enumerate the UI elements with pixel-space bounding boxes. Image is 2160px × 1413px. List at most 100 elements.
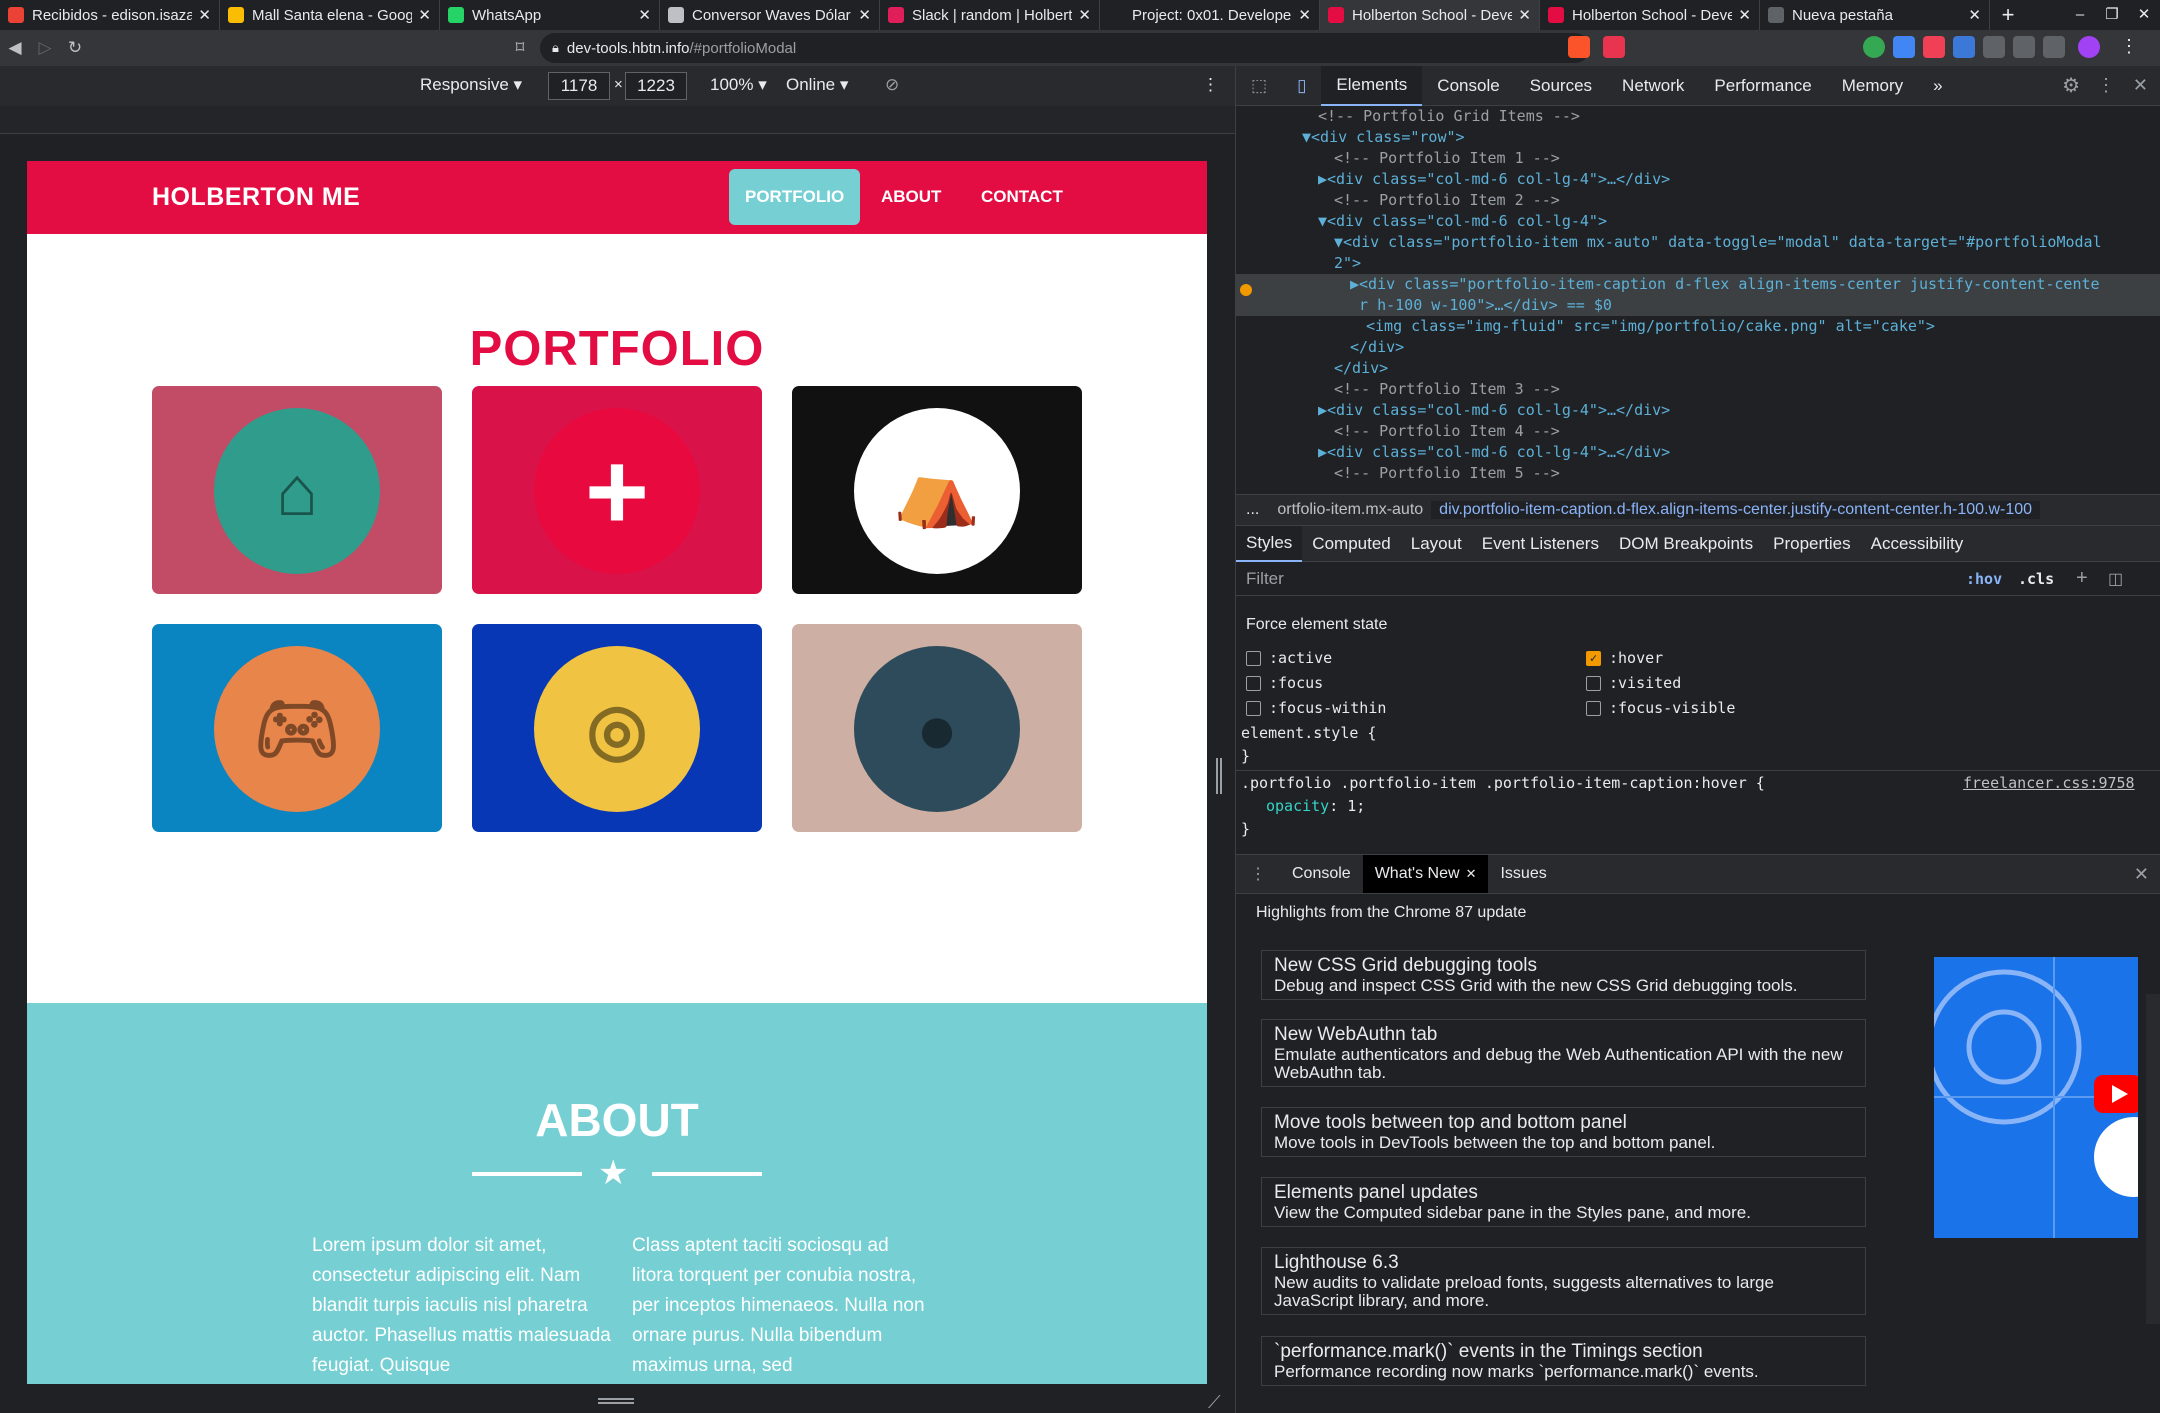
portfolio-item-safe[interactable]: ◎ bbox=[472, 624, 762, 832]
browser-tab[interactable]: Mall Santa elena - Google ✕ bbox=[220, 0, 440, 30]
close-tab-icon[interactable]: ✕ bbox=[418, 6, 431, 24]
drawer-tab-console[interactable]: Console bbox=[1280, 865, 1363, 883]
portfolio-item-cake[interactable]: + bbox=[472, 386, 762, 594]
close-tab-icon[interactable]: ✕ bbox=[1078, 6, 1091, 24]
subtab-event-listeners[interactable]: Event Listeners bbox=[1472, 526, 1609, 562]
brave-rewards-icon[interactable] bbox=[1603, 36, 1625, 58]
browser-tab[interactable]: WhatsApp ✕ bbox=[440, 0, 660, 30]
close-window-icon[interactable]: ✕ bbox=[2128, 0, 2160, 30]
rule-source-link[interactable]: freelancer.css:9758 bbox=[1963, 772, 2135, 795]
portfolio-item-submarine[interactable]: ● bbox=[792, 624, 1082, 832]
close-tab-icon[interactable]: ✕ bbox=[1298, 6, 1311, 24]
viewport-height-input[interactable]: 1223 bbox=[625, 72, 687, 100]
extension-feather-icon[interactable] bbox=[1953, 36, 1975, 58]
tab-elements[interactable]: Elements bbox=[1321, 65, 1423, 106]
browser-tab[interactable]: Project: 0x01. Developer ✕ bbox=[1100, 0, 1320, 30]
subtab-styles[interactable]: Styles bbox=[1236, 525, 1303, 562]
whats-new-item[interactable]: Move tools between top and bottom panel M… bbox=[1261, 1107, 1866, 1157]
dom-node-line[interactable]: ▼<div class="portfolio-item mx-auto" dat… bbox=[1236, 232, 2160, 253]
force-state-checkbox[interactable]: ✓:hover bbox=[1586, 649, 1663, 667]
more-tabs-icon[interactable]: » bbox=[1918, 66, 1957, 106]
menu-kebab-icon[interactable]: ⋮ bbox=[2118, 36, 2140, 58]
settings-gear-icon[interactable]: ⚙ bbox=[2062, 73, 2080, 98]
close-tab-icon[interactable]: ✕ bbox=[858, 6, 871, 24]
close-tab-icon[interactable]: ✕ bbox=[1518, 6, 1531, 24]
whats-new-item[interactable]: Elements panel updates View the Computed … bbox=[1261, 1177, 1866, 1227]
close-devtools-icon[interactable]: ✕ bbox=[2133, 75, 2148, 96]
tab-memory[interactable]: Memory bbox=[1827, 66, 1918, 106]
breadcrumb-item[interactable]: ortfolio-item.mx-auto bbox=[1269, 501, 1431, 519]
device-toggle-icon[interactable]: ▯ bbox=[1282, 66, 1321, 106]
bottom-resize-handle[interactable] bbox=[598, 1398, 634, 1404]
browser-tab[interactable]: Slack | random | Holberto ✕ bbox=[880, 0, 1100, 30]
force-state-checkbox[interactable]: :focus-visible bbox=[1586, 699, 1735, 717]
reading-list-icon[interactable] bbox=[2043, 36, 2065, 58]
tab-performance[interactable]: Performance bbox=[1699, 66, 1826, 106]
dom-node-line[interactable]: r h-100 w-100">…</div> == $0 bbox=[1236, 295, 2160, 316]
cls-button[interactable]: .cls bbox=[2018, 570, 2054, 588]
chrome-icon[interactable] bbox=[1863, 36, 1885, 58]
new-tab-button[interactable]: + bbox=[1990, 0, 2026, 30]
force-state-checkbox[interactable]: :visited bbox=[1586, 674, 1681, 692]
corner-resize-handle[interactable]: ⟋ bbox=[1208, 1392, 1221, 1413]
browser-tab[interactable]: Recibidos - edison.isaza ✕ bbox=[0, 0, 220, 30]
dom-node-line[interactable]: <!-- Portfolio Item 5 --> bbox=[1236, 463, 2160, 484]
checkbox-icon[interactable] bbox=[1246, 675, 1261, 691]
dom-node-line[interactable]: ▶<div class="portfolio-item-caption d-fl… bbox=[1236, 274, 2160, 295]
portfolio-item-circus[interactable]: ⛺ bbox=[792, 386, 1082, 594]
force-state-checkbox[interactable]: :focus-within bbox=[1246, 699, 1386, 717]
whats-new-item[interactable]: `performance.mark()` events in the Timin… bbox=[1261, 1336, 1866, 1386]
close-tab-icon[interactable]: ✕ bbox=[198, 6, 211, 24]
dom-node-line[interactable]: <!-- Portfolio Item 3 --> bbox=[1236, 379, 2160, 400]
checkbox-icon[interactable] bbox=[1246, 650, 1261, 666]
release-video-thumbnail[interactable] bbox=[1934, 957, 2138, 1238]
close-tab-icon[interactable]: ✕ bbox=[1466, 866, 1477, 882]
dom-node-line[interactable]: 2"> bbox=[1236, 253, 2160, 274]
subtab-computed[interactable]: Computed bbox=[1302, 526, 1400, 562]
dom-node-line[interactable]: <!-- Portfolio Grid Items --> bbox=[1236, 106, 2160, 127]
nav-about[interactable]: ABOUT bbox=[881, 169, 941, 225]
tab-network[interactable]: Network bbox=[1607, 66, 1699, 106]
whats-new-item[interactable]: Lighthouse 6.3 New audits to validate pre… bbox=[1261, 1247, 1866, 1315]
element-style-selector[interactable]: element.style { bbox=[1241, 722, 1376, 745]
checkbox-icon[interactable]: ✓ bbox=[1586, 650, 1601, 666]
device-more-icon[interactable]: ⋮ bbox=[1202, 75, 1219, 95]
nav-contact[interactable]: CONTACT bbox=[981, 169, 1063, 225]
cast-icon[interactable] bbox=[2013, 36, 2035, 58]
close-tab-icon[interactable]: ✕ bbox=[1968, 6, 1981, 24]
hov-button[interactable]: :hov bbox=[1966, 570, 2002, 588]
rule-selector[interactable]: .portfolio .portfolio-item .portfolio-it… bbox=[1241, 772, 1765, 795]
dom-node-line[interactable]: <!-- Portfolio Item 2 --> bbox=[1236, 190, 2160, 211]
rotate-icon[interactable]: ⊘ bbox=[885, 75, 899, 95]
whats-new-item[interactable]: New CSS Grid debugging tools Debug and in… bbox=[1261, 950, 1866, 1000]
close-drawer-icon[interactable]: ✕ bbox=[2134, 864, 2149, 885]
dom-node-line[interactable]: ▶<div class="col-md-6 col-lg-4">…</div> bbox=[1236, 442, 2160, 463]
minimize-icon[interactable]: – bbox=[2064, 0, 2096, 30]
subtab-layout[interactable]: Layout bbox=[1401, 526, 1472, 562]
extensions-puzzle-icon[interactable] bbox=[1983, 36, 2005, 58]
nav-portfolio[interactable]: PORTFOLIO bbox=[729, 169, 861, 225]
checkbox-icon[interactable] bbox=[1586, 700, 1601, 716]
portfolio-item-game[interactable]: 🎮︎ bbox=[152, 624, 442, 832]
drawer-menu-icon[interactable]: ⋮ bbox=[1236, 864, 1280, 884]
brave-shield-icon[interactable] bbox=[1568, 36, 1590, 58]
dom-node-line[interactable]: <!-- Portfolio Item 1 --> bbox=[1236, 148, 2160, 169]
browser-tab[interactable]: Conversor Waves Dólar ✕ bbox=[660, 0, 880, 30]
browser-tab[interactable]: Nueva pestaña ✕ bbox=[1760, 0, 1990, 30]
breadcrumb-more[interactable]: ... bbox=[1236, 501, 1269, 519]
dom-node-line[interactable]: ▼<div class="col-md-6 col-lg-4"> bbox=[1236, 211, 2160, 232]
checkbox-icon[interactable] bbox=[1586, 675, 1601, 691]
inspect-icon[interactable]: ⬚ bbox=[1236, 66, 1282, 106]
whats-new-item[interactable]: New WebAuthn tab Emulate authenticators a… bbox=[1261, 1019, 1866, 1087]
dom-node-line[interactable]: ▶<div class="col-md-6 col-lg-4">…</div> bbox=[1236, 400, 2160, 421]
dom-node-line[interactable]: ▼<div class="row"> bbox=[1236, 127, 2160, 148]
pocket-icon[interactable] bbox=[1923, 36, 1945, 58]
subtab-accessibility[interactable]: Accessibility bbox=[1861, 526, 1974, 562]
forward-icon[interactable]: ▷ bbox=[30, 38, 60, 58]
media-query-ruler[interactable] bbox=[0, 106, 1235, 134]
rule-declaration[interactable]: opacity: 1; bbox=[1266, 795, 1365, 818]
styles-filter-input[interactable]: Filter :hov .cls + ◫ bbox=[1236, 562, 2160, 596]
bookmark-icon[interactable]: ⌑ bbox=[505, 38, 535, 58]
back-icon[interactable]: ◀ bbox=[0, 38, 30, 58]
force-state-checkbox[interactable]: :active bbox=[1246, 649, 1332, 667]
